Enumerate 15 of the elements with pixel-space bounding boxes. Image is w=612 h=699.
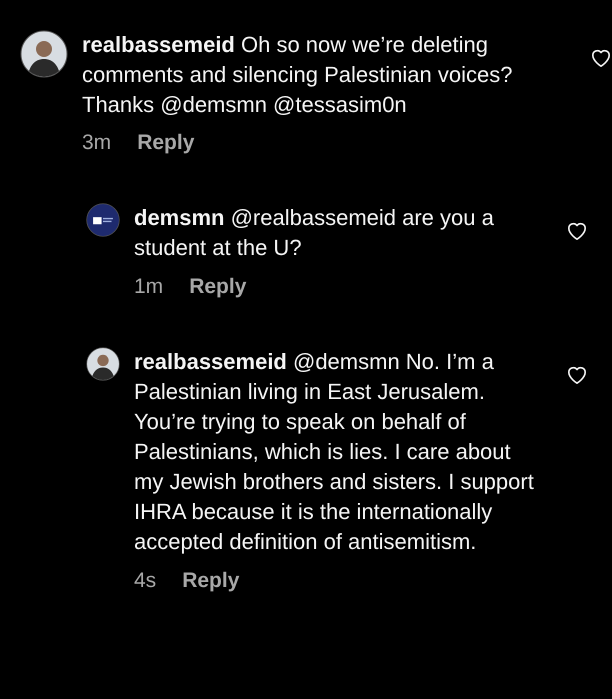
avatar-icon[interactable] <box>20 30 68 78</box>
heart-icon[interactable] <box>566 365 588 385</box>
heart-icon[interactable] <box>590 48 612 68</box>
heart-icon[interactable] <box>566 221 588 241</box>
avatar-icon[interactable] <box>86 347 120 381</box>
reply-link[interactable]: Reply <box>182 566 240 596</box>
reply-link[interactable]: Reply <box>137 128 194 158</box>
reply-link[interactable]: Reply <box>189 272 246 302</box>
timestamp: 3m <box>82 130 112 156</box>
comment-text: realbassemeid @demsmn No. I’m a Palestinian living in East Jerusalem. You’re trying to speak on behalf of Palestinians, which is lies. I care about my Jewish brothers and sisters. I support IHRA because it is the internationally accepted definition of antisemitism. <box>134 348 535 556</box>
comment-text: realbassemeid Oh so now we’re deleting comments and silencing Palestinian voices? Thanks @demsmn @tessasim0n <box>82 31 514 119</box>
timestamp: 1m <box>134 274 164 300</box>
avatar-icon[interactable] <box>86 203 120 237</box>
comment-text: demsmn @realbassemeid are you a student at the U? <box>134 204 495 262</box>
timestamp: 4s <box>134 568 156 594</box>
